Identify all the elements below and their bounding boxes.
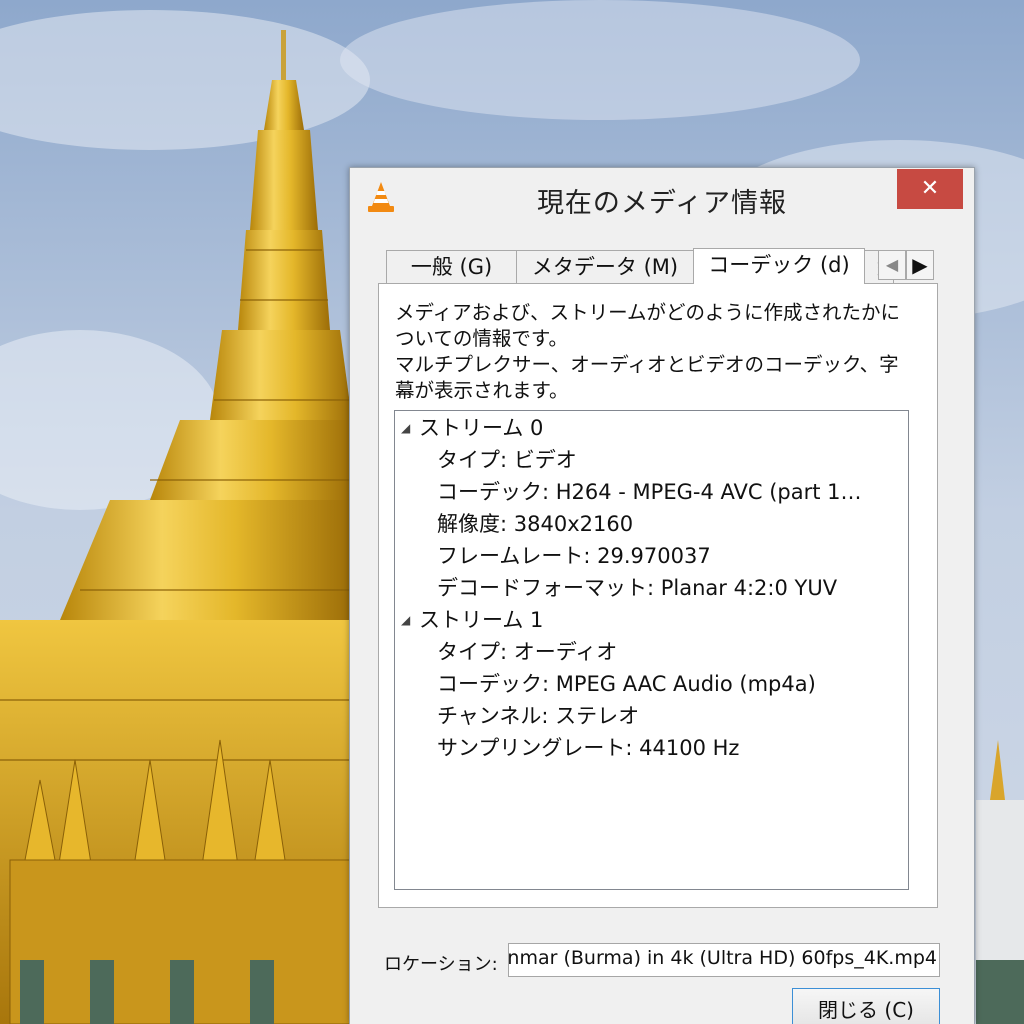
stream-label: ストリーム 0 [419, 416, 544, 440]
tree-item[interactable]: サンプリングレート: 44100 Hz [437, 732, 739, 764]
codec-tree[interactable]: ◢ ストリーム 0 タイプ: ビデオ コーデック: H264 - MPEG-4 A… [394, 410, 909, 890]
tree-node-stream-0[interactable]: ◢ ストリーム 0 [395, 412, 543, 444]
stream-label: ストリーム 1 [419, 608, 544, 632]
tree-item[interactable]: 解像度: 3840x2160 [437, 508, 633, 540]
media-info-dialog: 現在のメディア情報 ✕ 一般 (G) メタデータ (M) コーデック (d) 統… [349, 167, 975, 1024]
tab-general[interactable]: 一般 (G) [386, 250, 517, 283]
codec-tab-panel: メディアおよび、ストリームがどのように作成されたかについての情報です。 マルチプ… [378, 283, 938, 908]
expand-arrow-icon[interactable]: ◢ [401, 604, 419, 636]
tree-item[interactable]: コーデック: MPEG AAC Audio (mp4a) [437, 668, 816, 700]
close-button[interactable]: 閉じる (C) [792, 988, 940, 1024]
location-value: nmar (Burma) in 4k (Ultra HD) 60fps_4K.m… [508, 947, 937, 969]
dialog-client-area: 一般 (G) メタデータ (M) コーデック (d) 統 ◀ ▶ メディアおよび… [360, 226, 964, 1024]
dialog-title: 現在のメディア情報 [536, 188, 788, 219]
codec-description: メディアおよび、ストリームがどのように作成されたかについての情報です。 マルチプ… [395, 300, 915, 404]
tab-codec[interactable]: コーデック (d) [693, 248, 865, 284]
window-close-button[interactable]: ✕ [897, 169, 963, 209]
expand-arrow-icon[interactable]: ◢ [401, 412, 419, 444]
tree-node-stream-1[interactable]: ◢ ストリーム 1 [395, 604, 543, 636]
tree-item[interactable]: チャンネル: ステレオ [437, 700, 639, 732]
tree-item[interactable]: コーデック: H264 - MPEG-4 AVC (part 1… [437, 476, 862, 508]
location-label: ロケーション: [384, 954, 498, 975]
tab-scroll-right-icon[interactable]: ▶ [906, 250, 934, 280]
tree-item[interactable]: デコードフォーマット: Planar 4:2:0 YUV [437, 572, 837, 604]
title-bar[interactable]: 現在のメディア情報 ✕ [350, 168, 974, 226]
tree-item[interactable]: フレームレート: 29.970037 [437, 540, 711, 572]
description-line: マルチプレクサー、オーディオとビデオのコーデック、字幕が表示されます。 [395, 353, 899, 402]
location-field[interactable]: nmar (Burma) in 4k (Ultra HD) 60fps_4K.m… [508, 943, 940, 977]
description-line: メディアおよび、ストリームがどのように作成されたかについての情報です。 [395, 301, 901, 350]
tree-item[interactable]: タイプ: オーディオ [437, 636, 617, 668]
tab-scroll-controls: ◀ ▶ [878, 250, 936, 280]
tab-scroll-left-icon[interactable]: ◀ [878, 250, 906, 280]
tab-metadata[interactable]: メタデータ (M) [516, 250, 694, 283]
tree-item[interactable]: タイプ: ビデオ [437, 444, 577, 476]
